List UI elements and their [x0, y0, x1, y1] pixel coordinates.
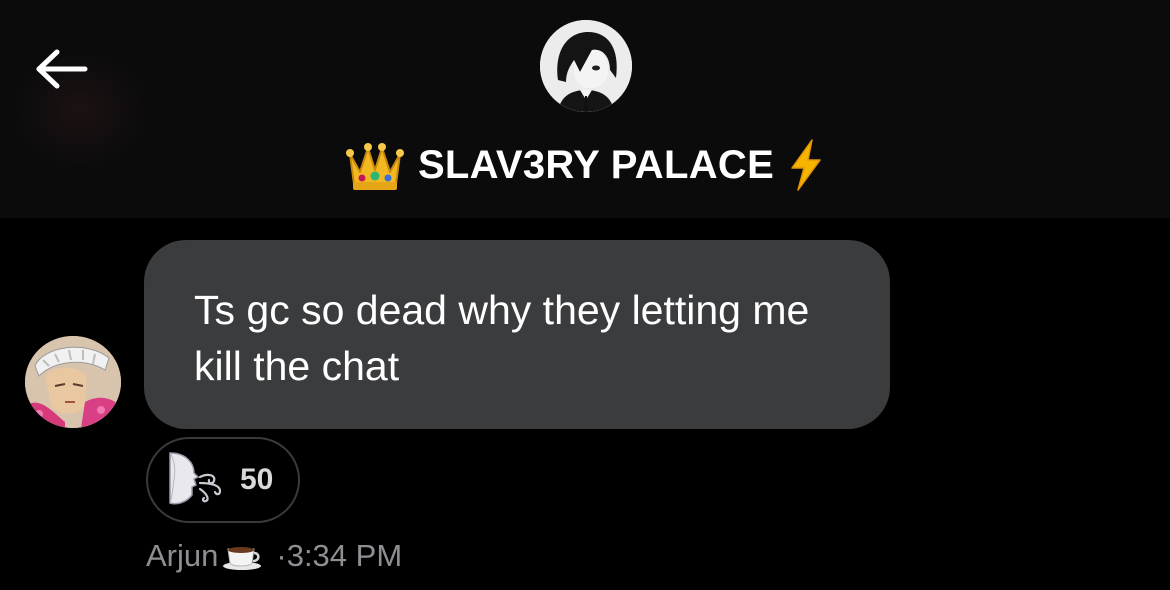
- reaction-count: 50: [240, 463, 274, 496]
- crown-icon: [344, 138, 406, 192]
- group-avatar[interactable]: [540, 20, 632, 112]
- reaction-pill[interactable]: 50: [146, 437, 300, 523]
- group-title-row[interactable]: SLAV3RY PALACE: [0, 135, 1170, 195]
- sender-name[interactable]: Arjun: [146, 538, 218, 574]
- chat-header: SLAV3RY PALACE: [0, 0, 1170, 218]
- back-button[interactable]: [28, 36, 94, 102]
- blowing-face-icon: [164, 449, 230, 512]
- anime-character-avatar-image: [540, 20, 632, 112]
- message-time: ·3:34 PM: [276, 538, 403, 573]
- group-title: SLAV3RY PALACE: [417, 142, 775, 187]
- arrow-left-icon: [36, 49, 88, 89]
- lightning-icon: [786, 138, 826, 192]
- message-bubble[interactable]: Ts gc so dead why they letting me kill t…: [144, 240, 890, 429]
- coffee-icon: [222, 541, 264, 571]
- message-meta: Arjun ·3:34 PM: [146, 534, 402, 578]
- sender-avatar[interactable]: [25, 336, 121, 428]
- message-text: Ts gc so dead why they letting me kill t…: [194, 287, 810, 389]
- jojo-character-avatar-image: [25, 336, 121, 428]
